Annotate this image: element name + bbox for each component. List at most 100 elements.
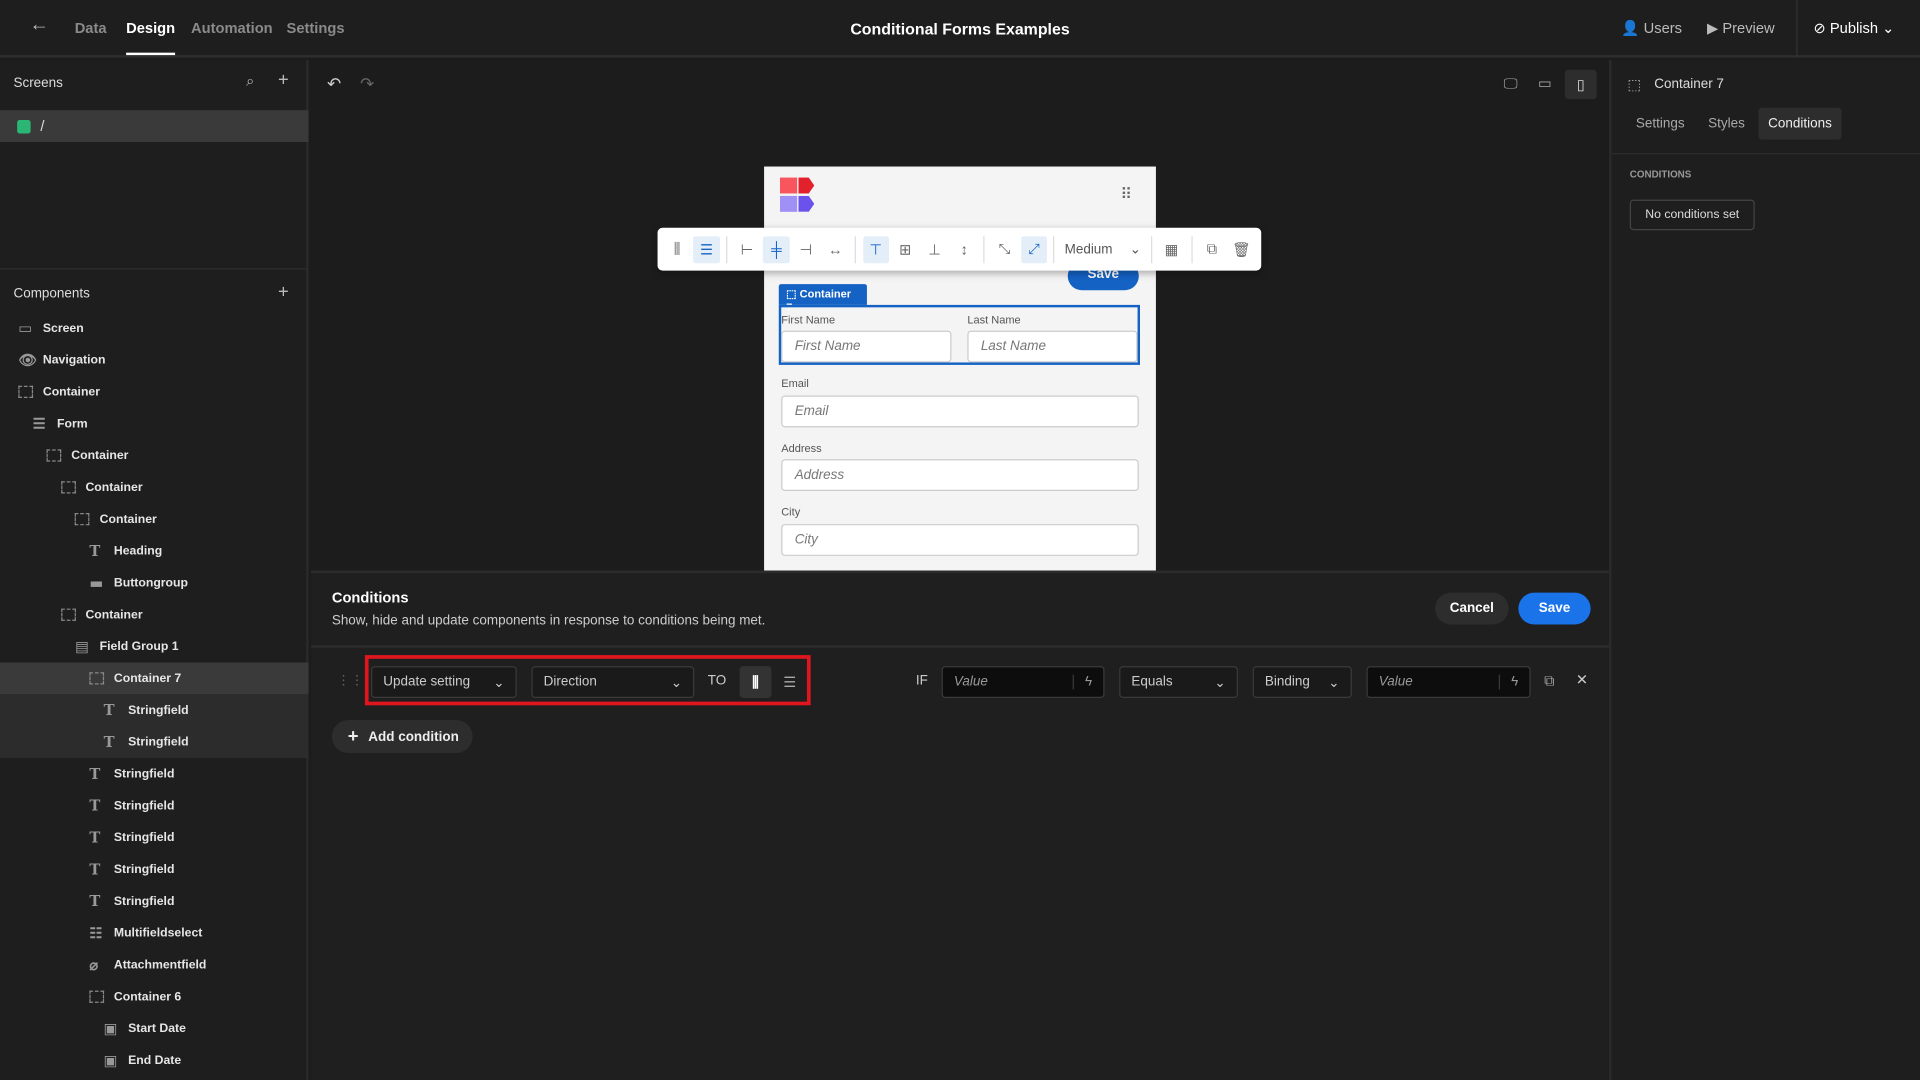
binding-lightning-icon[interactable]: ϟ bbox=[1498, 674, 1530, 690]
delete-icon[interactable]: 🗑 bbox=[1228, 236, 1254, 263]
address-input[interactable]: Address bbox=[781, 459, 1139, 492]
publish-button[interactable]: ⊘ Publish ⌄ bbox=[1813, 20, 1894, 37]
tree-item[interactable]: ▣ End Date bbox=[0, 1044, 309, 1076]
tree-item[interactable]: ▬ Buttongroup bbox=[0, 567, 309, 599]
redo-icon[interactable]: ↷ bbox=[360, 73, 374, 94]
value-input[interactable]: Value ϟ bbox=[941, 666, 1105, 698]
tree-item[interactable]: ▭ Screen bbox=[0, 312, 309, 344]
tree-item[interactable]: ⌀ Attachmentfield bbox=[0, 949, 309, 981]
shrink-icon[interactable]: ⤡ bbox=[991, 236, 1017, 263]
tree-item[interactable]: Container bbox=[0, 376, 309, 408]
add-condition-label: Add condition bbox=[368, 729, 459, 744]
stretch-vertical-icon[interactable]: ↕ bbox=[951, 236, 977, 263]
tree-item-label: End Date bbox=[128, 1053, 182, 1068]
setting-value: Direction bbox=[543, 674, 597, 690]
setting-select[interactable]: Direction ⌄ bbox=[531, 666, 695, 698]
add-screen-icon[interactable]: + bbox=[278, 70, 289, 91]
tree-item-label: Stringfield bbox=[113, 862, 175, 877]
tree-item[interactable]: Container bbox=[0, 440, 309, 472]
undo-icon[interactable]: ↶ bbox=[327, 73, 341, 94]
align-middle-icon[interactable]: ⊞ bbox=[892, 236, 918, 263]
drag-handle-icon[interactable]: ⋮⋮ bbox=[337, 672, 364, 688]
tree-item-label: Attachmentfield bbox=[113, 958, 207, 972]
save-button[interactable]: Save bbox=[1518, 592, 1591, 625]
tab-conditions[interactable]: Conditions bbox=[1758, 107, 1842, 140]
tablet-view-icon[interactable]: ▭ bbox=[1538, 75, 1552, 92]
preview-button[interactable]: ▶ Preview bbox=[1707, 20, 1775, 37]
rows-option-icon[interactable]: ☰ bbox=[779, 666, 801, 698]
tree-item-label: Heading bbox=[113, 544, 163, 558]
grid-menu-icon[interactable]: ⠿ bbox=[1120, 185, 1132, 205]
tree-item[interactable]: ▤ Field Group 1 bbox=[0, 631, 309, 663]
tree-item[interactable]: Container 7 bbox=[0, 662, 309, 695]
type-select[interactable]: Binding ⌄ bbox=[1252, 666, 1352, 698]
tree-item[interactable]: ▣ Start Date bbox=[0, 1013, 309, 1045]
screen-color-swatch bbox=[17, 119, 31, 133]
chevron-down-icon: ⌄ bbox=[1882, 19, 1895, 37]
desktop-view-icon[interactable]: 🖵 bbox=[1504, 75, 1518, 93]
layout-grid-icon[interactable]: ▦ bbox=[1158, 236, 1184, 263]
mobile-view-icon[interactable]: ▯ bbox=[1564, 69, 1597, 100]
tree-item[interactable]: ☰ Form bbox=[0, 408, 309, 440]
search-icon[interactable]: ⌕ bbox=[246, 72, 254, 90]
users-button[interactable]: 👤 Users bbox=[1621, 20, 1682, 37]
text-icon: T bbox=[89, 765, 101, 783]
email-input[interactable]: Email bbox=[781, 395, 1139, 428]
city-input[interactable]: City bbox=[781, 524, 1139, 556]
tree-item[interactable]: T Stringfield bbox=[0, 822, 309, 854]
tree-item[interactable]: 👁 Navigation bbox=[0, 344, 309, 376]
tree-item[interactable]: Container 6 bbox=[0, 981, 309, 1013]
tree-item[interactable]: T Stringfield bbox=[0, 758, 309, 790]
tree-item-label: Container 6 bbox=[113, 990, 182, 1004]
conditions-subtitle: Show, hide and update components in resp… bbox=[331, 613, 766, 629]
gap-size-select[interactable]: Medium ⌄ bbox=[1060, 241, 1146, 257]
tree-item-label: Stringfield bbox=[113, 798, 175, 813]
gap-size-value: Medium bbox=[1064, 241, 1113, 257]
to-label: TO bbox=[707, 673, 727, 689]
grow-icon[interactable]: ⤢ bbox=[1020, 235, 1048, 263]
add-component-icon[interactable]: + bbox=[278, 282, 289, 303]
tree-item[interactable]: T Stringfield bbox=[0, 694, 309, 727]
if-label: IF bbox=[915, 673, 928, 689]
tree-item[interactable]: T Stringfield bbox=[0, 790, 309, 822]
divider bbox=[1150, 235, 1152, 263]
tree-item[interactable]: Container bbox=[0, 599, 309, 631]
no-conditions-button[interactable]: No conditions set bbox=[1629, 199, 1755, 231]
align-center-icon[interactable]: ╪ bbox=[763, 235, 790, 263]
duplicate-condition-icon[interactable]: ⧉ bbox=[1544, 672, 1555, 690]
action-select[interactable]: Update setting ⌄ bbox=[371, 666, 517, 698]
remove-condition-icon[interactable]: ✕ bbox=[1576, 671, 1588, 688]
first-name-input[interactable]: First Name bbox=[781, 330, 952, 363]
screens-title: Screens bbox=[13, 75, 63, 91]
text-icon: T bbox=[103, 733, 115, 751]
rows-direction-icon[interactable]: ☰ bbox=[693, 235, 720, 263]
binding-lightning-icon[interactable]: ϟ bbox=[1072, 674, 1104, 690]
add-condition-button[interactable]: + Add condition bbox=[331, 720, 473, 754]
cancel-button[interactable]: Cancel bbox=[1435, 592, 1509, 625]
last-name-input[interactable]: Last Name bbox=[967, 330, 1138, 363]
tree-item[interactable]: T Heading bbox=[0, 535, 309, 567]
align-right-icon[interactable]: ⊣ bbox=[793, 236, 819, 263]
city-label: City bbox=[781, 505, 801, 518]
align-left-icon[interactable]: ⊢ bbox=[734, 236, 760, 263]
tree-item-label: Container bbox=[71, 448, 129, 463]
align-top-icon[interactable]: ⊤ bbox=[862, 235, 889, 263]
type-value: Binding bbox=[1264, 674, 1310, 690]
columns-option-icon[interactable]: ⫼ bbox=[739, 666, 772, 698]
duplicate-icon[interactable]: ⧉ bbox=[1199, 236, 1225, 263]
tree-item[interactable]: T Stringfield bbox=[0, 853, 309, 885]
tree-item[interactable]: T Stringfield bbox=[0, 885, 309, 917]
align-bottom-icon[interactable]: ⊥ bbox=[922, 236, 948, 263]
tree-item-label: Stringfield bbox=[113, 894, 175, 908]
stretch-horizontal-icon[interactable]: ↔ bbox=[822, 236, 848, 263]
tree-item[interactable]: Container bbox=[0, 503, 309, 535]
tree-item[interactable]: Container bbox=[0, 471, 309, 503]
columns-direction-icon[interactable]: ⫼ bbox=[664, 236, 690, 263]
tree-item[interactable]: T Stringfield bbox=[0, 726, 309, 758]
tree-item[interactable]: ☷ Multifieldselect bbox=[0, 917, 309, 949]
reference-value-input[interactable]: Value ϟ bbox=[1366, 666, 1531, 698]
tab-settings-panel[interactable]: Settings bbox=[1636, 116, 1685, 131]
operator-select[interactable]: Equals ⌄ bbox=[1119, 666, 1238, 698]
screen-item[interactable]: / bbox=[0, 110, 309, 143]
tab-styles[interactable]: Styles bbox=[1708, 116, 1745, 131]
